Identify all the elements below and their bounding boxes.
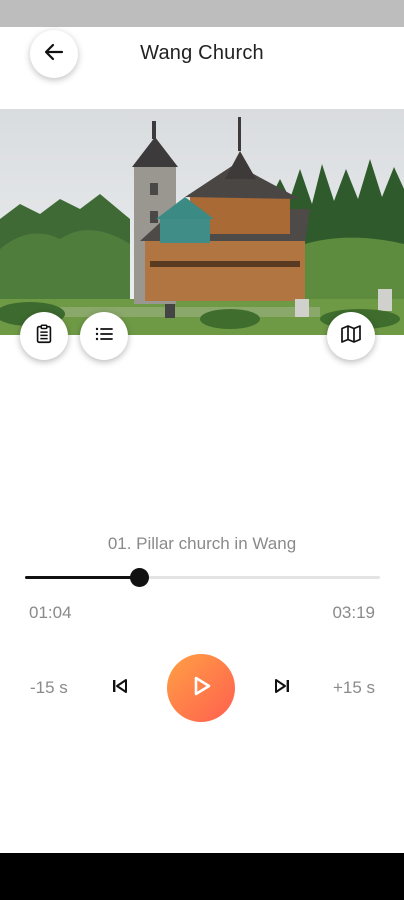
skip-next-icon [272, 676, 292, 701]
progress-slider[interactable] [25, 568, 380, 587]
list-button[interactable] [80, 312, 128, 360]
map-icon [339, 322, 363, 351]
skip-forward-button[interactable]: +15 s [333, 678, 375, 698]
previous-track-button[interactable] [109, 677, 131, 699]
elapsed-time: 01:04 [29, 603, 72, 622]
header: Wang Church [0, 27, 404, 109]
list-icon [92, 322, 116, 351]
skip-back-button[interactable]: -15 s [30, 678, 68, 698]
total-time: 03:19 [332, 603, 375, 622]
status-bar [0, 0, 404, 27]
track-title: 01. Pillar church in Wang [107, 534, 297, 553]
skip-previous-icon [110, 676, 130, 701]
play-icon [188, 673, 214, 704]
map-button[interactable] [327, 312, 375, 360]
progress-fill [25, 576, 139, 579]
play-button[interactable] [167, 654, 235, 722]
hero-image [0, 109, 404, 335]
next-track-button[interactable] [271, 677, 293, 699]
clipboard-icon [33, 323, 55, 350]
notes-button[interactable] [20, 312, 68, 360]
page-title: Wang Church [140, 42, 264, 64]
progress-thumb[interactable] [129, 568, 149, 587]
system-navigation-bar [0, 853, 404, 900]
